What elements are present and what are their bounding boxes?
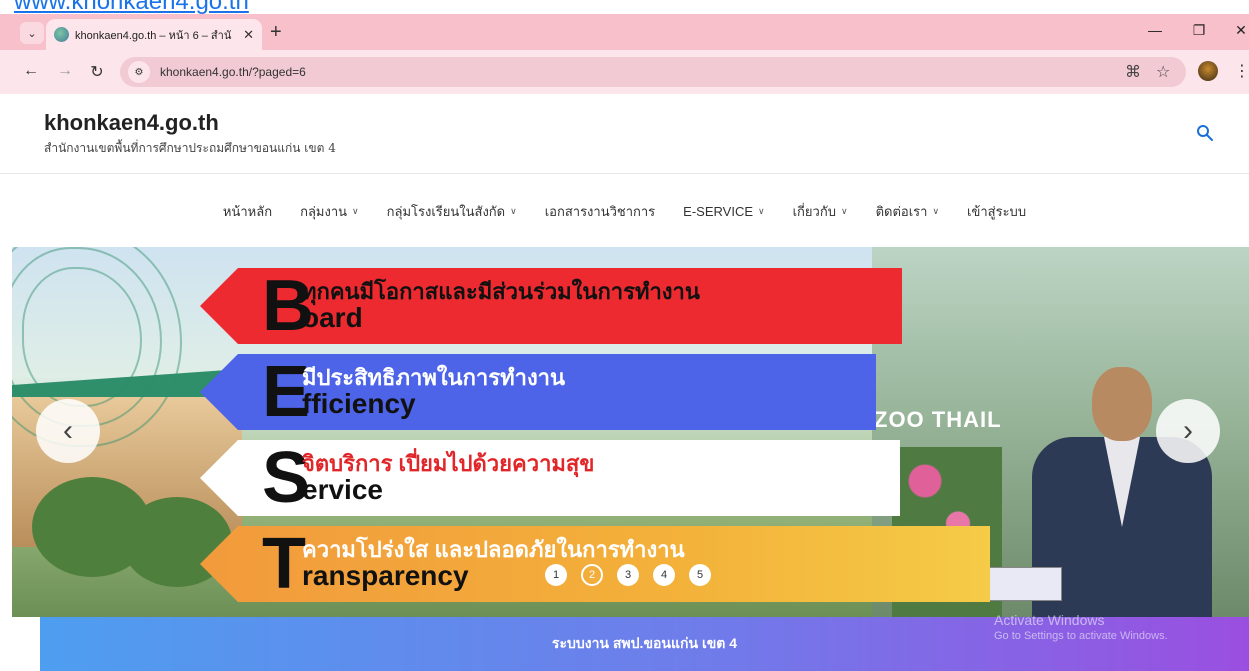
chevron-down-icon: ∨	[758, 205, 765, 216]
tab-title: khonkaen4.go.th – หน้า 6 – สำนั	[75, 29, 232, 42]
nav-item-home[interactable]: หน้าหลัก	[223, 201, 272, 222]
banner-thai-text: จิตบริการ เปี่ยมไปด้วยความสุข	[302, 450, 595, 476]
nav-item-contact[interactable]: ติดต่อเรา ∨	[876, 201, 939, 222]
contour-graphic	[22, 267, 142, 407]
site-header: khonkaen4.go.th สำนักงานเขตพื้นที่การศึก…	[0, 94, 1249, 174]
chevron-left-icon: ‹	[63, 414, 73, 447]
value-banner-efficiency: E มีประสิทธิภาพในการทำงาน fficiency	[200, 354, 876, 430]
slide-dot[interactable]: 5	[689, 564, 711, 586]
slider-pagination: 1 2 3 4 5	[545, 564, 711, 586]
tab-strip: ⌄ khonkaen4.go.th – หน้า 6 – สำนั ✕ + — …	[0, 14, 1249, 50]
chevron-down-icon: ∨	[352, 205, 359, 216]
zoo-sign-text: ZOO THAIL	[874, 407, 1002, 432]
site-description: สำนักงานเขตพื้นที่การศึกษาประถมศึกษาขอนแ…	[44, 141, 336, 155]
chevron-right-icon: ›	[1183, 414, 1193, 447]
back-button[interactable]: ←	[20, 62, 42, 80]
slider-prev-button[interactable]: ‹	[36, 399, 100, 463]
nav-label: กลุ่มงาน	[300, 203, 348, 219]
chevron-down-icon: ∨	[510, 205, 517, 216]
chevron-down-icon: ⌄	[27, 27, 37, 40]
banner-thai-text: ความโปร่งใส และปลอดภัยในการทำงาน	[302, 536, 685, 562]
banner-initial: E	[262, 352, 311, 432]
banner-english-text: oard	[302, 302, 363, 334]
slide-dot[interactable]: 1	[545, 564, 567, 586]
url-text[interactable]: khonkaen4.go.th/?paged=6	[160, 65, 306, 79]
reload-button[interactable]: ↻	[86, 62, 108, 82]
main-navigation: หน้าหลัก กลุ่มงาน ∨ กลุ่มโรงเรียนในสังกัด…	[0, 175, 1249, 247]
favicon-icon	[54, 27, 69, 42]
value-banner-board: B ทุกคนมีโอกาสและมีส่วนร่วมในการทำงาน oa…	[200, 268, 902, 344]
watermark-title: Activate Windows	[994, 612, 1105, 628]
banner-initial: T	[262, 524, 306, 604]
value-banner-service: S จิตบริการ เปี่ยมไปด้วยความสุข ervice	[200, 440, 900, 516]
close-window-button[interactable]: ✕	[1229, 22, 1249, 39]
address-bar[interactable]: ⚙ khonkaen4.go.th/?paged=6 ⌘ ☆	[120, 57, 1186, 87]
nav-label: ติดต่อเรา	[875, 203, 928, 219]
tab-search-button[interactable]: ⌄	[20, 22, 44, 44]
browser-chrome: ⌄ khonkaen4.go.th – หน้า 6 – สำนั ✕ + — …	[0, 14, 1249, 94]
slide-dot[interactable]: 3	[617, 564, 639, 586]
hero-slider: ZOO THAIL B ทุกคนมีโอกาสและมีส่วนร่วมในก…	[12, 247, 1249, 617]
slide-dot[interactable]: 4	[653, 564, 675, 586]
translate-icon[interactable]: ⌘	[1125, 62, 1141, 82]
forward-button[interactable]: →	[54, 62, 76, 80]
close-tab-icon[interactable]: ✕	[243, 27, 254, 43]
restore-button[interactable]: ❐	[1187, 22, 1211, 39]
nav-item-academic-docs[interactable]: เอกสารงานวิชาการ	[545, 201, 655, 222]
site-info-icon[interactable]: ⚙	[128, 61, 150, 83]
nav-label: กลุ่มโรงเรียนในสังกัด	[386, 203, 506, 219]
slider-next-button[interactable]: ›	[1156, 399, 1220, 463]
bookmark-star-icon[interactable]: ☆	[1156, 62, 1170, 82]
site-title[interactable]: khonkaen4.go.th	[44, 110, 219, 136]
search-icon[interactable]	[1196, 124, 1214, 142]
nav-label: เอกสารงานวิชาการ	[544, 203, 656, 219]
minimize-button[interactable]: —	[1143, 22, 1167, 38]
chevron-down-icon: ∨	[932, 205, 940, 216]
browser-tab[interactable]: khonkaen4.go.th – หน้า 6 – สำนั ✕	[46, 19, 262, 50]
nav-item-work-groups[interactable]: กลุ่มงาน ∨	[300, 201, 359, 222]
watermark-subtitle: Go to Settings to activate Windows.	[994, 630, 1168, 642]
browser-toolbar: ← → ↻ ⚙ khonkaen4.go.th/?paged=6 ⌘ ☆ ⋮	[0, 50, 1249, 94]
nav-label: E-SERVICE	[683, 203, 754, 219]
profile-avatar[interactable]	[1198, 61, 1218, 81]
nav-item-about[interactable]: เกี่ยวกับ ∨	[793, 201, 848, 222]
nav-item-e-service[interactable]: E-SERVICE ∨	[683, 204, 764, 219]
nav-label: เกี่ยวกับ	[792, 203, 836, 219]
activate-windows-watermark: Activate Windows Go to Settings to activ…	[994, 612, 1168, 642]
banner-thai-text: ทุกคนมีโอกาสและมีส่วนร่วมในการทำงาน	[302, 278, 700, 304]
banner-english-text: fficiency	[302, 388, 416, 420]
banner-initial: B	[262, 266, 314, 346]
nav-label: หน้าหลัก	[222, 203, 273, 219]
slide-dot-active[interactable]: 2	[581, 564, 603, 586]
nav-item-login[interactable]: เข้าสู่ระบบ	[967, 201, 1026, 222]
banner-initial: S	[262, 438, 311, 518]
nav-label: เข้าสู่ระบบ	[967, 203, 1027, 219]
chevron-down-icon: ∨	[840, 205, 848, 216]
new-tab-button[interactable]: +	[270, 21, 282, 44]
banner-thai-text: มีประสิทธิภาพในการทำงาน	[302, 364, 566, 390]
nav-item-schools[interactable]: กลุ่มโรงเรียนในสังกัด ∨	[387, 201, 517, 222]
browser-menu-icon[interactable]: ⋮	[1234, 61, 1249, 81]
banner-english-text: ervice	[302, 474, 383, 506]
systems-section-title: ระบบงาน สพป.ขอนแก่น เขต 4	[551, 635, 738, 651]
